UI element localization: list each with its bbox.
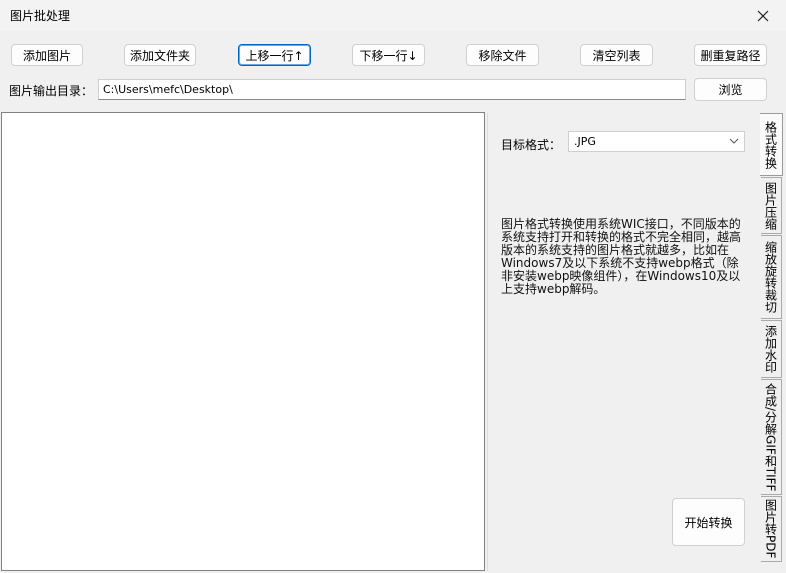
tab-add-watermark[interactable]: 添加水印 [761,320,782,378]
tab-label: 格式转换 [763,120,778,169]
close-icon [757,10,769,21]
target-format-label: 目标格式： [501,138,562,152]
remove-duplicates-button[interactable]: 删重复路径 [694,44,767,66]
add-folder-button[interactable]: 添加文件夹 [124,44,196,66]
move-up-button[interactable]: 上移一行↑ [238,44,311,66]
tab-gif-tiff[interactable]: 合成/分解GIF和TIFF [761,379,782,495]
tab-scale-rotate-crop[interactable]: 缩放旋转裁切 [761,235,782,319]
target-format-value: .JPG [574,135,596,148]
start-convert-button[interactable]: 开始转换 [672,498,745,546]
output-path-field[interactable]: C:\Users\mefc\Desktop\ [98,79,686,100]
browse-button[interactable]: 浏览 [694,78,767,101]
tab-label: 添加水印 [763,325,778,373]
move-down-button[interactable]: 下移一行↓ [352,44,425,66]
tab-image-to-pdf[interactable]: 图片转PDF [761,496,782,562]
chevron-down-icon [729,138,739,144]
close-button[interactable] [740,0,786,31]
tab-label: 图片转PDF [763,499,778,559]
format-description: 图片格式转换使用系统WIC接口，不同版本的系统支持打开和转换的格式不完全相同，越… [501,217,742,296]
tab-label: 合成/分解GIF和TIFF [763,382,778,492]
tab-image-compress[interactable]: 图片压缩 [761,177,782,234]
window-title: 图片批处理 [10,9,71,23]
tab-label: 缩放旋转裁切 [763,241,778,313]
add-image-button[interactable]: 添加图片 [11,44,83,66]
output-dir-label: 图片输出目录： [9,84,94,98]
tab-label: 图片压缩 [763,181,778,230]
clear-list-button[interactable]: 清空列表 [580,44,653,66]
title-bar: 图片批处理 [0,0,786,31]
target-format-select[interactable]: .JPG [568,131,745,152]
remove-file-button[interactable]: 移除文件 [466,44,539,66]
tab-format-convert[interactable]: 格式转换 [760,113,783,176]
image-list[interactable] [1,112,485,571]
